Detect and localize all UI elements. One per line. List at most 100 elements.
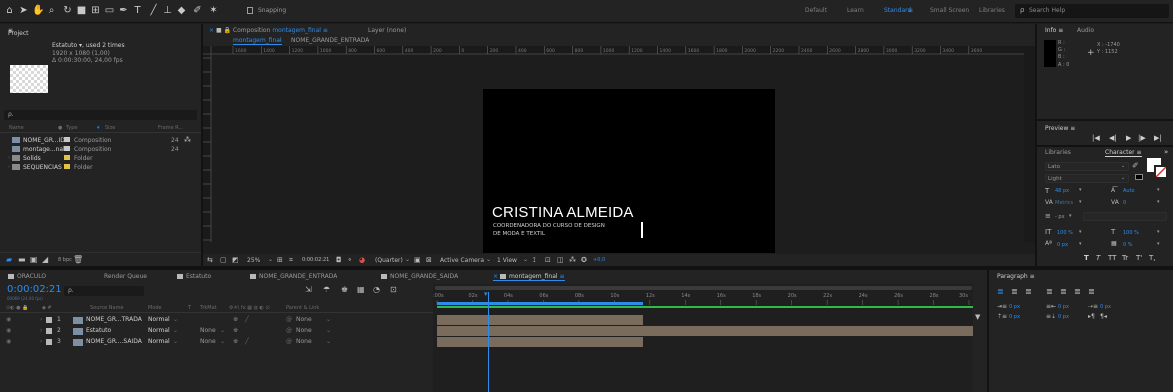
parent-dropdown[interactable]: None	[296, 327, 312, 334]
clone-stamp-tool-icon[interactable]: ⊥	[162, 5, 173, 17]
timeline-tab-entrada[interactable]: NOME_GRANDE_ENTRADA	[250, 273, 337, 280]
label-swatch[interactable]	[46, 328, 52, 334]
eye-icon[interactable]: ◉	[6, 338, 11, 345]
project-search-input[interactable]: ρ.	[4, 110, 197, 120]
audio-tab[interactable]: Audio	[1077, 27, 1094, 34]
timeline-search-input[interactable]: ρ.	[64, 286, 144, 296]
text-direction-rtl-icon[interactable]: ¶◂	[1100, 313, 1107, 320]
preview-tab[interactable]: Preview ≡	[1045, 125, 1075, 132]
snapping-checkbox[interactable]	[247, 7, 253, 14]
col-type[interactable]: Type	[66, 125, 77, 131]
col-parent[interactable]: Parent & Link	[286, 305, 319, 311]
layer-mode[interactable]: Normal	[148, 327, 170, 334]
layer-bar[interactable]	[437, 315, 643, 325]
vertical-scale-value[interactable]: 100 %	[1057, 230, 1073, 236]
indent-right-value[interactable]: 0 px	[1058, 304, 1069, 310]
prev-frame-icon[interactable]: ◀|	[1109, 134, 1117, 142]
rectangle-tool-icon[interactable]: ▭	[104, 5, 115, 17]
layer-mode[interactable]: Normal	[148, 316, 170, 323]
graph-editor-icon[interactable]: ⊡	[390, 285, 397, 294]
next-frame-icon[interactable]: |▶	[1138, 134, 1146, 142]
pen-tool-icon[interactable]: ✒	[118, 5, 129, 17]
search-help-input[interactable]: ρ Search Help	[1015, 4, 1169, 18]
layer-bar[interactable]	[437, 326, 973, 336]
comp-tab[interactable]: × ■ 🔒 Composition montagem_final ≡	[209, 27, 328, 34]
timeline-icon[interactable]: ◫	[557, 256, 564, 264]
justify-left-icon[interactable]: ≣	[1046, 287, 1053, 296]
parent-dropdown[interactable]: None	[296, 338, 312, 345]
leading-value[interactable]: Auto	[1123, 188, 1135, 194]
layer-name[interactable]: NOME_GR....SAIDA	[86, 338, 142, 345]
layer-name[interactable]: NOME_GR...TRADA	[86, 316, 142, 323]
label-swatch[interactable]	[64, 164, 70, 169]
crumb-comp[interactable]: montagem_final	[233, 37, 282, 45]
channel-icon[interactable]: ◕	[359, 256, 365, 264]
camera-tool-icon[interactable]: ■	[76, 5, 87, 17]
mask-visibility-icon[interactable]: ⌗	[289, 256, 293, 265]
viewer-scrollbar[interactable]	[1024, 46, 1035, 242]
align-left-icon[interactable]: ≣	[997, 287, 1004, 296]
paragraph-tab[interactable]: Paragraph ≡	[997, 273, 1035, 280]
label-swatch[interactable]	[46, 317, 52, 323]
selection-tool-icon[interactable]: ➤	[18, 5, 29, 17]
trash-icon[interactable]: 🗑	[73, 255, 83, 264]
workspace-small-screen[interactable]: Small Screen	[930, 7, 969, 14]
baseline-shift-value[interactable]: 0 px	[1057, 242, 1068, 248]
flowchart-icon[interactable]: ⁂	[184, 136, 191, 144]
motion-blur-icon[interactable]: ◔	[373, 285, 380, 294]
exposure-reset-icon[interactable]: ✪	[581, 256, 587, 264]
show-snapshot-icon[interactable]: ⚬	[347, 256, 353, 264]
project-item[interactable]: › Solids Folder	[8, 154, 198, 163]
safe-margins-icon[interactable]: ⊞	[277, 256, 283, 264]
label-swatch[interactable]	[46, 339, 52, 345]
expand-icon[interactable]: ›	[40, 316, 42, 323]
quality-switch-icon[interactable]: ╱	[245, 338, 249, 345]
brush-tool-icon[interactable]: ╱	[148, 5, 159, 17]
eraser-tool-icon[interactable]: ◆	[176, 5, 187, 17]
expand-icon[interactable]: ›	[8, 164, 10, 170]
crumb-layer[interactable]: NOME_GRANDE_ENTRADA	[291, 37, 369, 44]
swap-colors-icon[interactable]	[1135, 174, 1143, 180]
workspace-learn[interactable]: Learn	[847, 7, 864, 14]
layer-mode[interactable]: Normal	[148, 338, 170, 345]
label-swatch[interactable]	[64, 146, 70, 151]
trkmat-dropdown[interactable]: None	[200, 338, 216, 345]
layer-tab[interactable]: Layer (none)	[368, 27, 406, 34]
hand-tool-icon[interactable]: ✋	[32, 5, 44, 17]
new-folder-icon[interactable]: ▬	[18, 255, 26, 264]
col-name[interactable]: Name	[9, 125, 24, 131]
snapshot-icon[interactable]: ◘	[336, 256, 342, 264]
always-preview-icon[interactable]: ⇆	[207, 256, 213, 264]
label-swatch[interactable]	[64, 137, 70, 142]
indent-left-value[interactable]: 0 px	[1009, 304, 1020, 310]
pan-behind-tool-icon[interactable]: ⊞	[90, 5, 101, 17]
current-time-indicator[interactable]	[488, 292, 489, 392]
timeline-tab-estatuto[interactable]: Estatuto	[177, 273, 211, 280]
justify-all-icon[interactable]: ≣	[1088, 287, 1095, 296]
zoom-tool-icon[interactable]: ⌕	[46, 5, 57, 17]
tracking-value[interactable]: 0	[1123, 200, 1126, 206]
project-settings-icon[interactable]: ◢	[42, 255, 48, 264]
stroke-color-swatch[interactable]	[1154, 165, 1168, 179]
indent-first-value[interactable]: 0 px	[1100, 304, 1111, 310]
eye-icon[interactable]: ◉	[6, 316, 11, 323]
font-size-value[interactable]: 48 px	[1055, 188, 1069, 194]
trkmat-dropdown[interactable]: None	[200, 327, 216, 334]
camera-dropdown[interactable]: Active Camera	[440, 257, 484, 264]
project-item[interactable]: montage...nal Composition 24	[8, 145, 198, 154]
horizontal-scale-value[interactable]: 100 %	[1123, 230, 1139, 236]
layer-row[interactable]: ◉ › 3 NOME_GR....SAIDA Normal ⌄ None ⌄ ♚…	[0, 337, 433, 348]
flowchart-icon[interactable]: ⁂	[569, 256, 576, 264]
libraries-tab[interactable]: Libraries	[1045, 149, 1071, 156]
col-mode[interactable]: Mode	[148, 305, 162, 311]
col-size[interactable]: Size	[105, 125, 115, 131]
space-before-value[interactable]: 0 px	[1009, 314, 1020, 320]
first-frame-icon[interactable]: |◀	[1092, 134, 1100, 142]
info-tab[interactable]: Info ≡	[1045, 27, 1063, 34]
view-layout-dropdown[interactable]: 1 View	[497, 257, 517, 264]
viewer-timecode[interactable]: 0:00:02:21	[302, 257, 329, 263]
project-tab[interactable]: Project ≡	[8, 27, 29, 37]
pickwhip-icon[interactable]: @	[286, 338, 292, 345]
project-item[interactable]: › SEQUENCIAS Folder	[8, 163, 198, 172]
pickwhip-icon[interactable]: @	[286, 316, 292, 323]
